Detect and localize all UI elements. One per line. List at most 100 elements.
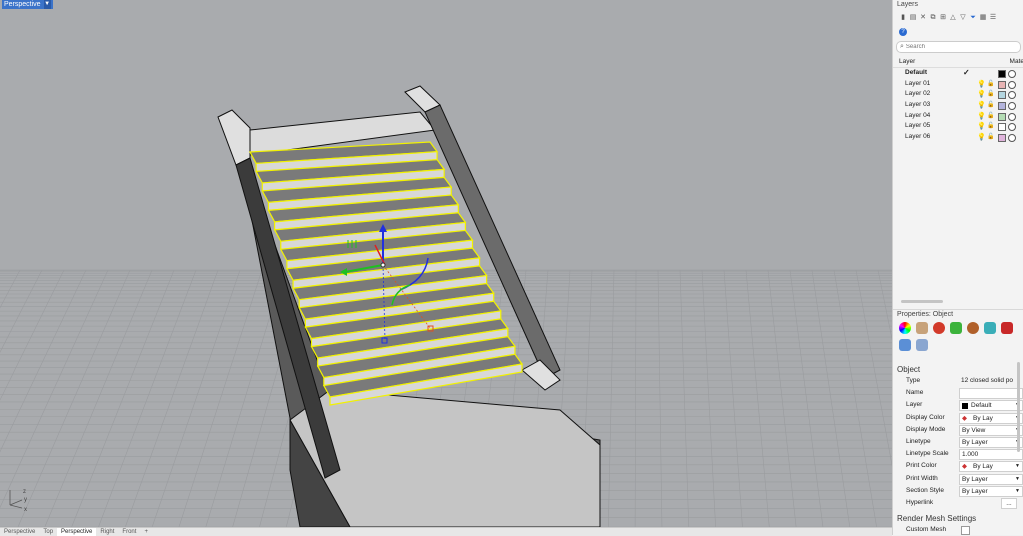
dropdown-arrow-icon[interactable]: ▼ [1015, 462, 1020, 471]
layer-value[interactable]: Default▼ [959, 400, 1023, 412]
viewport-title-tab[interactable]: Perspective ▼ [2, 0, 53, 9]
print-color-value[interactable]: ◆ By Lay ▼ [959, 461, 1023, 473]
hyperlink-value[interactable]: ... [1001, 498, 1017, 509]
help-row: ? [893, 25, 1023, 38]
dropdown-arrow-icon[interactable]: ▼ [1015, 487, 1020, 496]
new-sublayer-icon[interactable]: ▤ [909, 14, 917, 22]
hyperlink-label: Hyperlink [906, 499, 934, 506]
layer-search[interactable]: ⌕ [896, 41, 1021, 53]
horizontal-scrollbar[interactable] [901, 300, 943, 303]
material-icon[interactable] [1008, 112, 1016, 121]
layer-color-swatch[interactable] [998, 80, 1006, 89]
material-icon[interactable] [1008, 123, 1016, 132]
properties-header: Properties: Object [893, 309, 1023, 320]
perspective-viewport[interactable]: zyx Perspective ▼ [0, 0, 892, 527]
display-icon[interactable] [1001, 322, 1013, 334]
columns-icon[interactable]: ▦ [979, 14, 987, 22]
lightbulb-icon[interactable]: 💡 [977, 101, 986, 110]
viewport-canvas[interactable]: zyx [0, 0, 892, 527]
grid-line [178, 269, 263, 527]
rendering-icon[interactable] [899, 339, 911, 351]
up-arrow-icon[interactable]: △ [949, 14, 957, 22]
type-label: Type [906, 377, 921, 384]
decal-icon[interactable] [984, 322, 996, 334]
new-layer-icon[interactable]: ▮ [899, 14, 907, 22]
layer-color-swatch[interactable] [998, 102, 1006, 111]
print-width-value[interactable]: By Layer ▼ [959, 473, 1023, 485]
layer-row[interactable]: Layer 06 💡 🔓 [893, 132, 1023, 143]
layer-label: Layer [906, 401, 923, 409]
linetype-value[interactable]: By Layer▼ [959, 437, 1023, 448]
current-layer-check[interactable]: ✓ [963, 68, 970, 79]
layer-name: Layer 03 [905, 101, 931, 109]
bump-icon[interactable] [950, 322, 962, 334]
material-icon[interactable] [1008, 91, 1016, 100]
delete-icon[interactable]: ✕ [919, 14, 927, 22]
left-post-top [217, 109, 251, 166]
prop-row-name: Name [901, 387, 1023, 400]
lock-icon[interactable]: 🔓 [987, 101, 994, 110]
layer-name: Layer 05 [905, 122, 931, 130]
layer-name: Layer 04 [905, 111, 931, 119]
filter-icon[interactable]: ⏷ [969, 14, 977, 22]
dropdown-arrow-icon[interactable]: ▼ [1015, 475, 1020, 484]
grid-line [125, 269, 219, 527]
lightbulb-icon[interactable]: 💡 [977, 80, 986, 89]
vertical-scrollbar[interactable] [1017, 362, 1020, 452]
object-color-icon[interactable] [899, 322, 911, 334]
lightbulb-icon[interactable]: 💡 [977, 90, 986, 99]
lock-icon[interactable]: 🔓 [987, 133, 994, 142]
search-input[interactable] [905, 43, 1016, 51]
grid-line [679, 269, 690, 527]
grid-line [0, 269, 87, 453]
move-down-icon[interactable]: ⊞ [939, 14, 947, 22]
caret-down-icon[interactable]: ▼ [43, 0, 51, 9]
layer-color-swatch[interactable] [998, 112, 1006, 121]
custom-mesh-checkbox[interactable] [961, 526, 970, 535]
material-icon[interactable] [1008, 134, 1016, 143]
lock-icon[interactable]: 🔓 [987, 80, 994, 89]
lightbulb-icon[interactable]: 💡 [977, 133, 986, 142]
layer-row[interactable]: Default ✓ [893, 68, 1023, 79]
lightbulb-icon[interactable]: 💡 [977, 122, 986, 131]
layer-color-swatch[interactable] [998, 91, 1006, 100]
lock-icon[interactable]: 🔓 [987, 122, 994, 131]
lightbulb-icon[interactable]: 💡 [977, 112, 986, 121]
display-mode-value[interactable]: By View▼ [959, 424, 1023, 436]
help-icon[interactable]: ? [899, 27, 907, 36]
material-icon[interactable] [1008, 102, 1016, 111]
grid-line [877, 269, 892, 341]
texture-icon[interactable] [933, 322, 945, 334]
display-mode-text: By View [962, 426, 986, 434]
menu-icon[interactable]: ☰ [989, 14, 997, 22]
layer-color-swatch[interactable] [998, 123, 1006, 132]
mesh-icon[interactable] [916, 339, 928, 351]
layer-row[interactable]: Layer 01 💡 🔓 [893, 79, 1023, 90]
move-up-icon[interactable]: ⧉ [929, 14, 937, 22]
material-icon[interactable] [916, 322, 928, 334]
name-value[interactable] [959, 388, 1023, 400]
material-icon[interactable] [1008, 80, 1016, 89]
section-style-text: By Layer [962, 487, 988, 495]
layer-row[interactable]: Layer 03 💡 🔓 [893, 100, 1023, 111]
layer-column-header[interactable]: Layer [893, 56, 990, 67]
layer-color-swatch[interactable] [998, 134, 1006, 143]
display-color-value[interactable]: ◆By Lay▼ [959, 412, 1023, 424]
layer-row[interactable]: Layer 04 💡 🔓 [893, 111, 1023, 122]
world-axes-icon: zyx [9, 489, 27, 513]
layer-row[interactable]: Layer 02 💡 🔓 [893, 89, 1023, 100]
grid-line [0, 269, 43, 353]
grid-line [701, 269, 716, 527]
material-column-header[interactable]: Mate [990, 56, 1023, 67]
lock-icon[interactable]: 🔓 [987, 112, 994, 121]
prop-row-display-mode: Display Mode By View▼ [901, 424, 1023, 436]
layer-color-swatch[interactable] [998, 70, 1006, 78]
section-style-value[interactable]: By Layer ▼ [959, 485, 1023, 497]
layer-row[interactable]: Layer 05 💡 🔓 [893, 121, 1023, 132]
display-color-text: By Lay [973, 414, 993, 422]
environment-icon[interactable] [967, 322, 979, 334]
material-icon[interactable] [1008, 70, 1016, 78]
down-arrow-icon[interactable]: ▽ [959, 14, 967, 22]
linetype-scale-value[interactable]: 1.000 [959, 449, 1023, 461]
lock-icon[interactable]: 🔓 [987, 90, 994, 99]
